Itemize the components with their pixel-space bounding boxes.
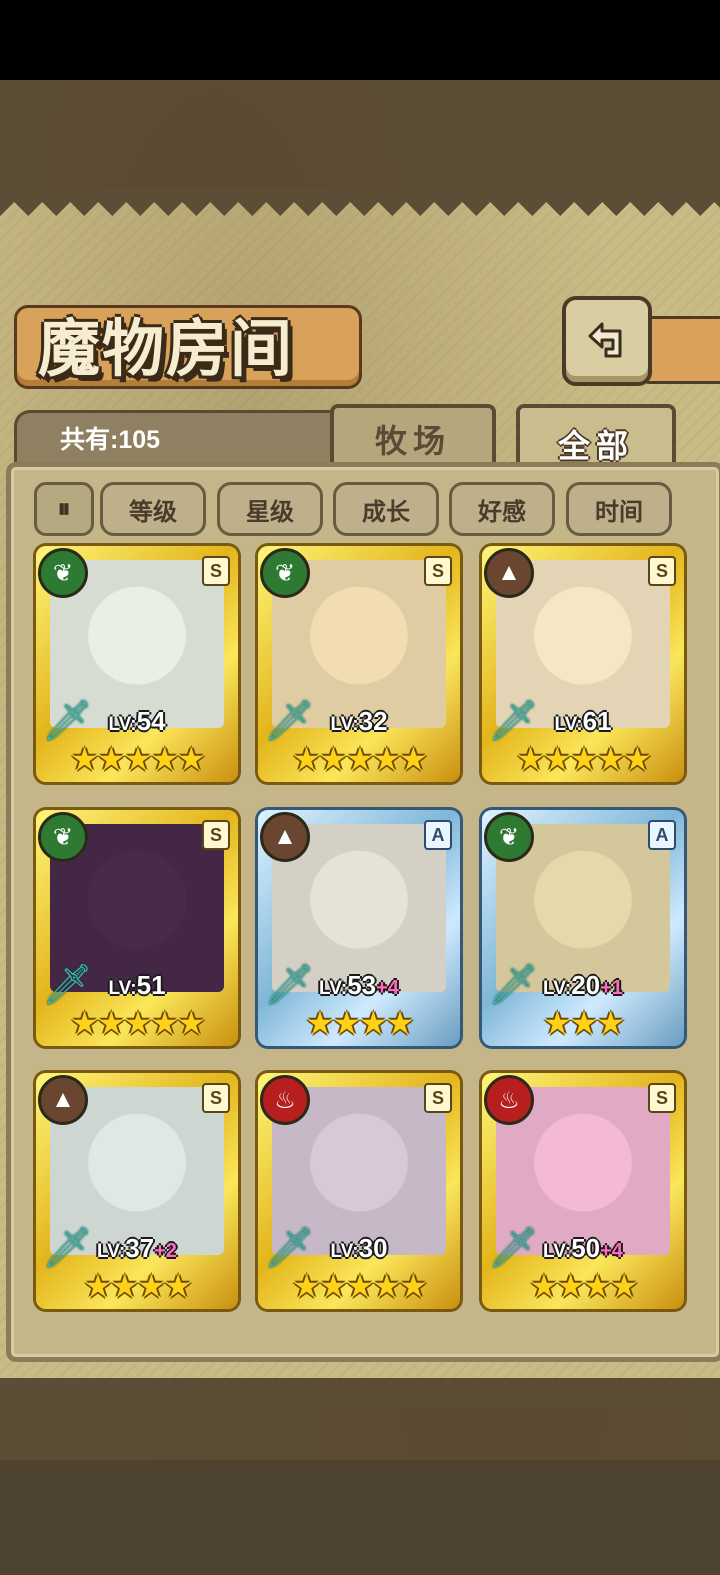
level-prefix: LV: (554, 714, 583, 735)
level-label: LV:50+4 (482, 1233, 684, 1264)
rank-badge: A (648, 820, 676, 850)
sort-time-button[interactable]: 时间 (566, 482, 672, 536)
rank-badge: S (648, 1083, 676, 1113)
leaf-element-icon: ❦ (38, 548, 88, 598)
level-plus: +2 (154, 1240, 177, 1262)
level-label: LV:20+1 (482, 970, 684, 1001)
monster-card[interactable]: S ♨ 🗡 LV:50+4 ★★★★ (482, 1073, 684, 1309)
rank-badge: S (202, 820, 230, 850)
bottom-map-strip (0, 1460, 720, 1575)
level-plus: +1 (600, 977, 623, 999)
monster-card[interactable]: S ▲ 🗡 LV:61 ★★★★★ (482, 546, 684, 782)
level-prefix: LV: (108, 714, 137, 735)
monster-card[interactable]: A ❦ 🗡 LV:20+1 ★★★ (482, 810, 684, 1046)
monster-count: 共有:105 (60, 426, 161, 454)
level-prefix: LV: (543, 978, 572, 999)
monster-card[interactable]: S ▲ 🗡 LV:37+2 ★★★★ (36, 1073, 238, 1309)
level-label: LV:30 (258, 1233, 460, 1264)
status-bar (0, 0, 720, 80)
star-rating: ★★★ (542, 1005, 625, 1041)
back-button[interactable] (562, 296, 652, 386)
back-bar (640, 316, 720, 384)
back-arrow-icon (588, 322, 622, 358)
level-prefix: LV: (330, 714, 359, 735)
level-value: 37 (125, 1233, 155, 1263)
star-rating: ★★★★★ (292, 741, 427, 777)
page-title: 魔物房间 (38, 312, 295, 385)
tab-ranch[interactable]: 牧场 (330, 404, 496, 470)
level-prefix: LV: (319, 978, 348, 999)
level-value: 51 (136, 970, 166, 1000)
sort-star-button[interactable]: 星级 (217, 482, 323, 536)
leaf-element-icon: ❦ (38, 812, 88, 862)
level-prefix: LV: (543, 1241, 572, 1262)
rank-badge: S (202, 556, 230, 586)
star-rating: ★★★★ (305, 1005, 415, 1041)
monster-card[interactable]: S ❦ 🗡 LV:32 ★★★★★ (258, 546, 460, 782)
level-value: 61 (582, 706, 612, 736)
level-label: LV:51 (36, 970, 238, 1001)
level-label: LV:37+2 (36, 1233, 238, 1264)
rank-badge: A (424, 820, 452, 850)
sort-level-button[interactable]: 等级 (100, 482, 206, 536)
star-rating: ★★★★★ (70, 1005, 205, 1041)
sort-affection-button[interactable]: 好感 (449, 482, 555, 536)
level-label: LV:32 (258, 706, 460, 737)
level-prefix: LV: (97, 1241, 126, 1262)
panel-bottom-edge (0, 1380, 720, 1408)
level-value: 53 (347, 970, 377, 1000)
level-label: LV:61 (482, 706, 684, 737)
fire-element-icon: ♨ (260, 1075, 310, 1125)
monster-card[interactable]: S ❦ 🗡 LV:51 ★★★★★ (36, 810, 238, 1046)
panel-top-edge (0, 188, 720, 216)
sort-toggle-icon[interactable]: ⏸ (34, 482, 94, 536)
level-value: 50 (571, 1233, 601, 1263)
monster-card[interactable]: A ▲ 🗡 LV:53+4 ★★★★ (258, 810, 460, 1046)
leaf-element-icon: ❦ (260, 548, 310, 598)
rank-badge: S (648, 556, 676, 586)
monster-card[interactable]: S ♨ 🗡 LV:30 ★★★★★ (258, 1073, 460, 1309)
star-rating: ★★★★ (83, 1268, 193, 1304)
earth-element-icon: ▲ (260, 812, 310, 862)
star-rating: ★★★★★ (70, 741, 205, 777)
rank-badge: S (202, 1083, 230, 1113)
sort-growth-button[interactable]: 成长 (333, 482, 439, 536)
rank-badge: S (424, 1083, 452, 1113)
fire-element-icon: ♨ (484, 1075, 534, 1125)
level-value: 32 (358, 706, 388, 736)
level-prefix: LV: (330, 1241, 359, 1262)
level-value: 20 (571, 970, 601, 1000)
earth-element-icon: ▲ (484, 548, 534, 598)
level-plus: +4 (376, 977, 399, 999)
sort-bar: ⏸ 等级 星级 成长 好感 时间 (30, 482, 690, 536)
earth-element-icon: ▲ (38, 1075, 88, 1125)
leaf-element-icon: ❦ (484, 812, 534, 862)
level-label: LV:54 (36, 706, 238, 737)
level-plus: +4 (600, 1240, 623, 1262)
star-rating: ★★★★ (529, 1268, 639, 1304)
level-prefix: LV: (108, 978, 137, 999)
level-value: 54 (136, 706, 166, 736)
star-rating: ★★★★★ (516, 741, 651, 777)
star-rating: ★★★★★ (292, 1268, 427, 1304)
level-label: LV:53+4 (258, 970, 460, 1001)
rank-badge: S (424, 556, 452, 586)
monster-card[interactable]: S ❦ 🗡 LV:54 ★★★★★ (36, 546, 238, 782)
level-value: 30 (358, 1233, 388, 1263)
